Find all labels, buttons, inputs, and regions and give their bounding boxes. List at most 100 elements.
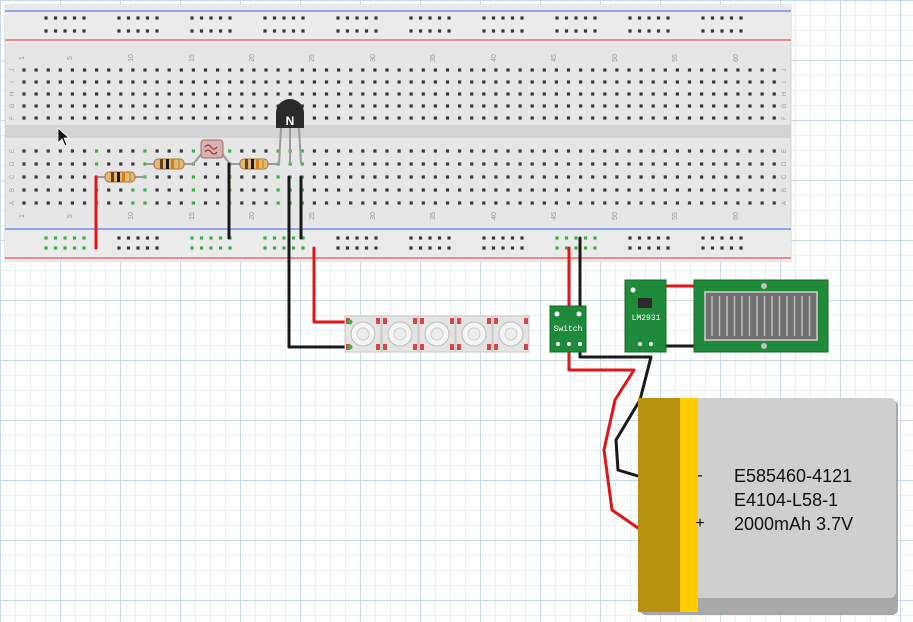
breadboard-hole: [203, 92, 208, 96]
regulator-module[interactable]: LM2931: [624, 279, 667, 353]
rail-hole: [491, 246, 496, 250]
rail-hole: [263, 236, 267, 240]
rail-hole: [701, 236, 705, 240]
rail-hole: [583, 236, 588, 240]
breadboard-hole: [627, 149, 631, 153]
rail-hole: [409, 236, 413, 240]
breadboard-hole: [554, 201, 558, 205]
rail-hole: [555, 29, 559, 33]
breadboard-hole: [70, 68, 74, 72]
breadboard-hole: [603, 68, 607, 72]
breadboard-hole: [324, 116, 329, 120]
breadboard-hole: [494, 68, 498, 72]
breadboard-hole: [675, 104, 679, 108]
column-number: 45: [551, 212, 558, 220]
breadboard-hole: [409, 92, 413, 96]
breadboard-hole: [554, 149, 558, 153]
breadboard-hole: [518, 104, 522, 108]
breadboard-hole: [712, 68, 716, 72]
rail-hole: [263, 29, 267, 33]
breadboard-hole: [276, 80, 280, 84]
breadboard-hole: [554, 104, 558, 108]
breadboard-hole: [603, 149, 607, 153]
breadboard-hole: [615, 116, 619, 120]
breadboard-hole: [58, 188, 62, 192]
rail-hole: [44, 236, 48, 240]
breadboard-hole: [70, 175, 74, 179]
breadboard-hole: [155, 188, 159, 192]
switch-module[interactable]: Switch: [549, 305, 587, 353]
breadboard-hole: [724, 201, 728, 205]
breadboard-hole: [58, 175, 62, 179]
breadboard-hole: [700, 162, 704, 166]
rail-hole: [739, 236, 743, 240]
led-pad: [524, 344, 528, 350]
led-pad: [383, 318, 387, 324]
red-wire-switch-to-battery[interactable]: [567, 344, 640, 530]
breadboard-hole: [373, 188, 377, 192]
breadboard-hole: [167, 149, 171, 153]
breadboard-hole: [712, 80, 716, 84]
breadboard-hole: [143, 149, 147, 153]
rail-hole: [564, 236, 569, 240]
breadboard-hole: [687, 201, 692, 205]
column-number: 30: [370, 212, 377, 220]
breadboard-hole: [458, 80, 462, 84]
breadboard[interactable]: 1155101015152020252530303535404045455050…: [4, 4, 792, 262]
rail-hole: [656, 246, 661, 250]
rail-hole: [155, 236, 159, 240]
breadboard-hole: [615, 68, 619, 72]
rail-hole: [666, 236, 670, 240]
breadboard-hole: [385, 68, 389, 72]
breadboard-hole: [506, 149, 510, 153]
breadboard-hole: [724, 116, 728, 120]
breadboard-hole: [361, 201, 365, 205]
breadboard-hole: [276, 175, 280, 179]
breadboard-hole: [107, 116, 111, 120]
rail-hole: [491, 236, 496, 240]
breadboard-hole: [615, 188, 619, 192]
breadboard-hole: [373, 68, 377, 72]
breadboard-hole: [300, 92, 304, 96]
solar-panel[interactable]: [693, 279, 829, 353]
breadboard-hole: [409, 80, 413, 84]
rail-hole: [428, 29, 432, 33]
resistor-1-band: [129, 172, 131, 182]
breadboard-hole: [458, 92, 462, 96]
breadboard-hole: [385, 175, 389, 179]
rail-hole: [520, 246, 524, 250]
breadboard-hole: [506, 80, 510, 84]
breadboard-hole: [264, 92, 268, 96]
rail-hole: [555, 16, 559, 20]
rail-hole: [53, 16, 58, 20]
breadboard-hole: [337, 116, 341, 120]
breadboard-hole: [240, 149, 244, 153]
breadboard-hole: [772, 116, 776, 120]
transistor-label: N: [286, 114, 295, 128]
lipo-battery[interactable]: - + E585460-4121 E4104-L58-1 2000mAh 3.7…: [638, 398, 898, 615]
breadboard-hole: [143, 201, 147, 205]
breadboard-hole: [349, 175, 353, 179]
npn-transistor[interactable]: N: [276, 99, 304, 165]
breadboard-hole: [252, 116, 256, 120]
rail-hole: [355, 16, 359, 20]
rail-hole: [491, 29, 496, 33]
rail-hole: [418, 236, 423, 240]
breadboard-hole: [603, 188, 607, 192]
breadboard-hole: [22, 116, 26, 120]
rail-hole: [656, 16, 661, 20]
rail-hole: [739, 29, 743, 33]
breadboard-hole: [264, 116, 268, 120]
breadboard-hole: [312, 80, 316, 84]
switch-mount-hole: [576, 311, 582, 317]
breadboard-hole: [252, 104, 256, 108]
breadboard-hole: [700, 201, 704, 205]
breadboard-hole: [107, 162, 111, 166]
breadboard-hole: [724, 80, 728, 84]
led-strip[interactable]: [344, 315, 530, 353]
breadboard-hole: [736, 68, 740, 72]
row-letter: D: [10, 161, 16, 166]
breadboard-hole: [421, 68, 425, 72]
breadboard-hole: [312, 68, 316, 72]
breadboard-hole: [724, 149, 728, 153]
